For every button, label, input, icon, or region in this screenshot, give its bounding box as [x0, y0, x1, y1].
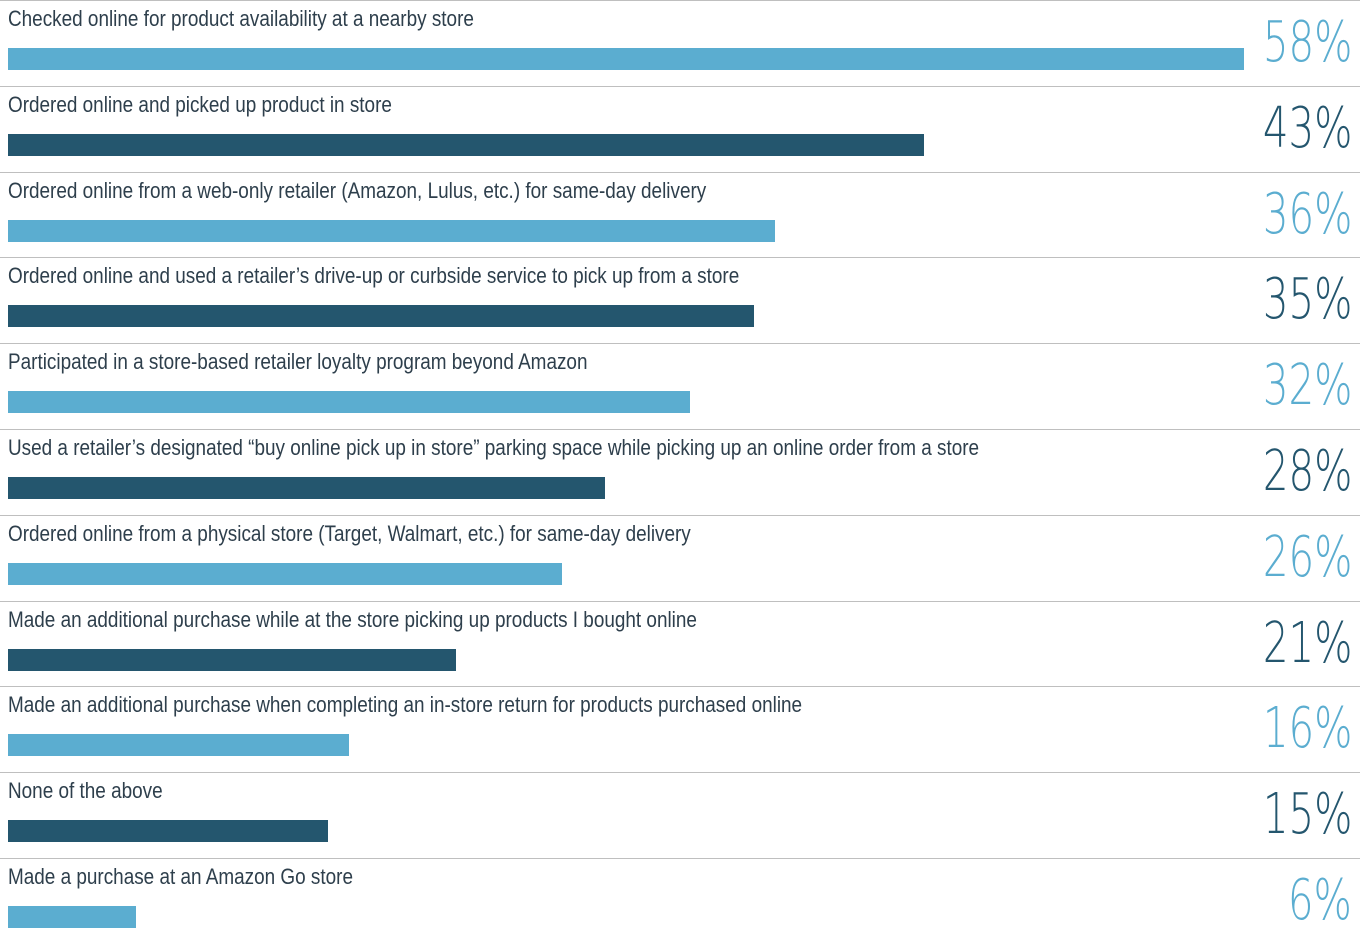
- category-label: None of the above: [8, 778, 163, 804]
- row-divider: [0, 171, 1360, 173]
- category-label: Used a retailer’s designated “buy online…: [8, 435, 980, 460]
- bar-row: Ordered online and used a retailer’s dri…: [0, 257, 1367, 343]
- value-label: 32%: [1262, 353, 1352, 419]
- bar-row: None of the above 15%: [0, 772, 1367, 858]
- bar: [8, 305, 754, 328]
- row-divider: [0, 514, 1360, 516]
- bar-row: Ordered online and picked up product in …: [0, 85, 1367, 172]
- row-divider: [0, 686, 1360, 688]
- row-divider: [0, 0, 1360, 1]
- bar: [8, 906, 136, 928]
- category-label: Ordered online from a web-only retailer …: [8, 177, 707, 203]
- value-label: 16%: [1262, 696, 1352, 762]
- bar-row: Made an additional purchase when complet…: [0, 686, 1367, 772]
- value-label: 6%: [1288, 868, 1352, 933]
- category-label: Ordered online and used a retailer’s dri…: [8, 263, 740, 289]
- bar-row: Made a purchase at an Amazon Go store 6%: [0, 858, 1367, 944]
- category-label: Made an additional purchase when complet…: [8, 692, 803, 718]
- row-divider: [0, 343, 1360, 345]
- bar-row: Used a retailer’s designated “buy online…: [0, 429, 1367, 515]
- category-label: Made a purchase at an Amazon Go store: [8, 864, 353, 889]
- bar: [8, 391, 690, 414]
- bar: [8, 820, 328, 843]
- row-divider: [0, 257, 1360, 259]
- bar: [8, 219, 775, 242]
- value-label: 35%: [1262, 267, 1352, 333]
- row-divider: [0, 429, 1360, 430]
- value-label: 26%: [1262, 524, 1352, 590]
- value-label: 36%: [1262, 181, 1352, 247]
- value-label: 43%: [1262, 95, 1352, 161]
- bar: [8, 48, 1244, 70]
- value-label: 28%: [1262, 439, 1352, 504]
- value-label: 21%: [1262, 610, 1352, 676]
- bar-row: Participated in a store-based retailer l…: [0, 343, 1367, 429]
- row-divider: [0, 85, 1360, 87]
- category-label: Participated in a store-based retailer l…: [8, 349, 588, 375]
- bar: [8, 477, 605, 499]
- bar-row: Made an additional purchase while at the…: [0, 600, 1367, 687]
- bar-row: Ordered online from a web-only retailer …: [0, 171, 1367, 258]
- category-label: Made an additional purchase while at the…: [8, 606, 697, 632]
- bar-chart: Checked online for product availability …: [0, 0, 1367, 933]
- category-label: Checked online for product availability …: [8, 6, 474, 31]
- category-label: Ordered online and picked up product in …: [8, 91, 392, 117]
- value-label: 58%: [1262, 10, 1352, 75]
- value-label: 15%: [1262, 782, 1352, 848]
- row-divider: [0, 772, 1360, 774]
- row-divider: [0, 858, 1360, 859]
- category-label: Ordered online from a physical store (Ta…: [8, 520, 691, 546]
- bar-row: Checked online for product availability …: [0, 0, 1367, 86]
- bar: [8, 734, 349, 757]
- bar-row: Ordered online from a physical store (Ta…: [0, 514, 1367, 601]
- bar: [8, 133, 924, 156]
- bar: [8, 648, 456, 671]
- row-divider: [0, 600, 1360, 602]
- bar: [8, 562, 562, 585]
